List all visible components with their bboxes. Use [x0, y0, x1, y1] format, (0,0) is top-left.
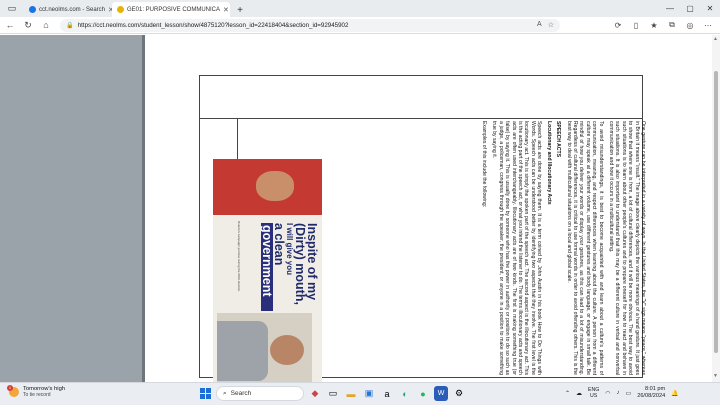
- notification-bell-icon[interactable]: 🔔: [671, 390, 678, 397]
- chevron-up-icon[interactable]: ⌃: [565, 390, 570, 397]
- back-icon[interactable]: ←: [2, 18, 18, 32]
- weather-widget[interactable]: 1 Tomorrow's high To tie record: [7, 385, 65, 398]
- extension-icon[interactable]: ⟳: [610, 18, 626, 32]
- refresh-icon[interactable]: ↻: [20, 18, 36, 32]
- notification-badge: 1: [7, 385, 13, 391]
- tab-lesson[interactable]: GE01: PURPOSIVE COMMUNICA ✕: [112, 2, 230, 17]
- favorites-icon[interactable]: ★: [646, 18, 662, 32]
- copilot-icon[interactable]: ◆: [308, 386, 322, 401]
- language-indicator[interactable]: ENG US: [588, 387, 599, 399]
- task-view-icon[interactable]: ▭: [326, 386, 340, 401]
- favorite-star-icon[interactable]: ☆: [548, 21, 554, 29]
- tab-title: cct.neolms.com - Search: [39, 6, 106, 13]
- tab-search[interactable]: cct.neolms.com - Search ✕: [24, 2, 112, 17]
- url-text: https://cct.neolms.com/student_lesson/sh…: [77, 21, 349, 29]
- close-window-icon[interactable]: ✕: [700, 0, 720, 17]
- start-button[interactable]: [198, 386, 212, 401]
- settings-icon[interactable]: ⚙: [452, 386, 466, 401]
- system-tray: ⌃ ☁ ENG US ◠ ♪ ▭ 8:01 pm 26/08/2024 🔔: [565, 386, 679, 400]
- collections-icon[interactable]: ⧉: [664, 18, 680, 32]
- red-portrait-panel: [213, 159, 322, 215]
- scrollbar-thumb[interactable]: [714, 71, 718, 353]
- address-bar[interactable]: 🔒 https://cct.neolms.com/student_lesson/…: [60, 18, 560, 32]
- home-icon[interactable]: ⌂: [38, 18, 54, 32]
- campaign-image: Inspite of my (Dirty) mouth, I will give…: [213, 159, 322, 382]
- taskbar-search[interactable]: ⌕ Search: [216, 386, 304, 401]
- maximize-icon[interactable]: ▢: [680, 0, 700, 17]
- page-scrollbar[interactable]: ▲ ▼: [712, 35, 720, 382]
- paragraph-4: Examples of this include the following:: [481, 121, 488, 208]
- amazon-icon[interactable]: a: [380, 386, 394, 401]
- browser-menu-icon[interactable]: ▭: [4, 2, 20, 15]
- split-screen-icon[interactable]: ▯: [628, 18, 644, 32]
- weather-subtitle: To tie record: [23, 392, 51, 398]
- tab-title: GE01: PURPOSIVE COMMUNICA: [127, 6, 221, 13]
- man-portrait: [217, 313, 312, 382]
- intro-paragraph: One gesture can be interpreted in a vari…: [607, 121, 646, 375]
- window-controls: — ▢ ✕: [660, 0, 720, 17]
- scroll-up-icon[interactable]: ▲: [713, 36, 718, 42]
- browser-toolbar: ← ↻ ⌂ 🔒 https://cct.neolms.com/student_l…: [0, 17, 720, 34]
- heading-speech-acts: SPEECH ACTS: [555, 121, 562, 158]
- read-aloud-icon[interactable]: A: [537, 21, 542, 29]
- page-content: One gesture can be interpreted in a vari…: [0, 35, 720, 382]
- onedrive-icon[interactable]: ☁: [576, 390, 582, 397]
- windows-taskbar: 1 Tomorrow's high To tie record ⌕ Search…: [0, 382, 720, 405]
- image-caption: Duterte's campaign promise during the 20…: [237, 221, 241, 292]
- more-menu-icon[interactable]: ⋯: [700, 18, 716, 32]
- edge-icon[interactable]: ◐: [398, 386, 412, 401]
- neo-favicon-icon: [117, 6, 124, 13]
- volume-icon[interactable]: ♪: [617, 390, 620, 396]
- heading-locutionary: Locutionary and Illocutionary Acts: [545, 121, 552, 205]
- scroll-down-icon[interactable]: ▼: [713, 373, 718, 379]
- store-icon[interactable]: ▣: [362, 386, 376, 401]
- search-label: Search: [230, 390, 252, 397]
- close-tab-icon[interactable]: ✕: [223, 6, 229, 14]
- word-icon[interactable]: W: [434, 386, 448, 401]
- tab-strip: ▭ cct.neolms.com - Search ✕ GE01: PURPOS…: [0, 0, 720, 17]
- rotated-text-column: One gesture can be interpreted in a vari…: [466, 121, 646, 375]
- spotify-icon[interactable]: ●: [416, 386, 430, 401]
- paragraph-2: To avoid misunderstandings, it is best t…: [565, 121, 604, 375]
- minimize-icon[interactable]: —: [660, 0, 680, 17]
- left-panel: [0, 35, 145, 382]
- image-headline: Inspite of my (Dirty) mouth, I will give…: [260, 223, 319, 311]
- search-favicon-icon: [29, 6, 36, 13]
- new-tab-button[interactable]: +: [233, 3, 247, 17]
- document-header-row: [199, 75, 643, 119]
- clock[interactable]: 8:01 pm 26/08/2024: [637, 386, 665, 400]
- file-explorer-icon[interactable]: ▬: [344, 386, 358, 401]
- paragraph-3: Speech acts are done by saying them. It …: [491, 121, 543, 375]
- profile-icon[interactable]: ◎: [682, 18, 698, 32]
- battery-icon[interactable]: ▭: [626, 390, 632, 397]
- search-icon: ⌕: [223, 389, 227, 397]
- wifi-icon[interactable]: ◠: [605, 390, 610, 397]
- weather-sun-icon: 1: [7, 385, 19, 397]
- lock-icon: 🔒: [66, 22, 74, 29]
